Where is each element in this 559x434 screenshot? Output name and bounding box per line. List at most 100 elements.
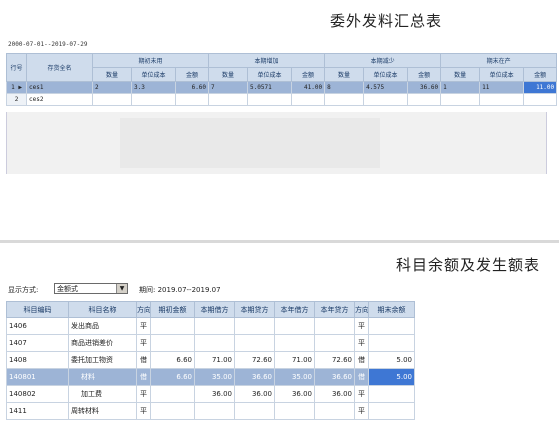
account-name[interactable]: 商品进销差价 (68, 334, 137, 352)
direction[interactable]: 平 (136, 402, 151, 420)
table-cell[interactable]: 5.0571 (247, 81, 293, 94)
column-header-unit-cost[interactable]: 单位成本 (247, 67, 293, 82)
opening[interactable] (150, 402, 195, 420)
debit[interactable] (194, 317, 235, 335)
credit[interactable] (234, 334, 275, 352)
account-name[interactable]: 周转材料 (68, 402, 137, 420)
table-cell[interactable]: 36.60 (407, 81, 442, 94)
column-header-amount[interactable]: 金额 (291, 67, 326, 82)
table-cell[interactable]: 41.00 (291, 81, 326, 94)
account-name[interactable]: 加工费 (68, 385, 137, 403)
column-header-opening[interactable]: 期初金额 (150, 301, 195, 318)
direction[interactable]: 借 (136, 368, 151, 386)
column-header-qty[interactable]: 数量 (440, 67, 481, 82)
table-cell[interactable]: 6.60 (174, 81, 210, 94)
column-header-unit-cost[interactable]: 单位成本 (363, 67, 409, 82)
table-cell[interactable]: 7 (208, 81, 249, 94)
group-header-decrease[interactable]: 本期减少 (324, 53, 442, 68)
credit[interactable]: 36.00 (234, 385, 275, 403)
table-cell-selected[interactable]: 11.00 (523, 81, 558, 94)
year-debit[interactable]: 36.00 (274, 385, 315, 403)
column-header-amount[interactable]: 金额 (523, 67, 558, 82)
year-credit[interactable] (314, 402, 355, 420)
closing[interactable]: 5.00 (368, 351, 415, 369)
column-header-credit[interactable]: 本期贷方 (234, 301, 275, 318)
table-cell[interactable]: 2 (92, 81, 132, 94)
credit[interactable] (234, 317, 275, 335)
group-header-increase[interactable]: 本期增加 (208, 53, 326, 68)
account-name[interactable]: 材料 (68, 368, 137, 386)
table-cell[interactable]: 11 (479, 81, 525, 94)
year-debit[interactable] (274, 317, 315, 335)
column-header-qty[interactable]: 数量 (92, 67, 132, 82)
column-header-year-credit[interactable]: 本年贷方 (314, 301, 355, 318)
table-row[interactable]: 1406 发出商品 平 平 (6, 317, 415, 335)
direction[interactable]: 平 (136, 317, 151, 335)
debit[interactable] (194, 402, 235, 420)
column-header-amount[interactable]: 金额 (407, 67, 442, 82)
credit[interactable]: 36.60 (234, 368, 275, 386)
account-code[interactable]: 1411 (6, 402, 69, 420)
year-debit[interactable] (274, 402, 315, 420)
opening[interactable]: 6.60 (150, 351, 195, 369)
opening[interactable] (150, 385, 195, 403)
column-header-unit-cost[interactable]: 单位成本 (479, 67, 525, 82)
account-code[interactable]: 140802 (6, 385, 69, 403)
year-debit[interactable]: 35.00 (274, 368, 315, 386)
column-header-year-debit[interactable]: 本年借方 (274, 301, 315, 318)
account-code[interactable]: 1408 (6, 351, 69, 369)
year-credit[interactable] (314, 334, 355, 352)
direction2[interactable]: 平 (354, 317, 369, 335)
column-header-code[interactable]: 科目编码 (6, 301, 69, 318)
table-row[interactable]: 1407 商品进销差价 平 平 (6, 334, 415, 352)
direction[interactable]: 平 (136, 385, 151, 403)
column-header-amount[interactable]: 金额 (174, 67, 210, 82)
column-header-qty[interactable]: 数量 (324, 67, 365, 82)
account-code[interactable]: 1406 (6, 317, 69, 335)
debit[interactable]: 71.00 (194, 351, 235, 369)
table-cell[interactable]: 1 (440, 81, 481, 94)
table-cell[interactable]: 3.3 (131, 81, 176, 94)
table-cell[interactable]: 8 (324, 81, 365, 94)
column-header-direction2[interactable]: 方向 (354, 301, 369, 318)
year-debit[interactable]: 71.00 (274, 351, 315, 369)
direction[interactable]: 借 (136, 351, 151, 369)
debit[interactable]: 35.00 (194, 368, 235, 386)
column-header-closing[interactable]: 期末余额 (368, 301, 415, 318)
debit[interactable]: 36.00 (194, 385, 235, 403)
direction2[interactable]: 平 (354, 334, 369, 352)
debit[interactable] (194, 334, 235, 352)
table-cell[interactable]: ces2 (26, 93, 93, 106)
credit[interactable] (234, 402, 275, 420)
account-name[interactable]: 委托加工物资 (68, 351, 137, 369)
opening[interactable]: 6.60 (150, 368, 195, 386)
direction2[interactable]: 平 (354, 385, 369, 403)
opening[interactable] (150, 317, 195, 335)
account-code[interactable]: 140801 (6, 368, 69, 386)
table-row[interactable]: 140802 加工费 平 36.00 36.00 36.00 36.00 平 (6, 385, 415, 403)
account-code[interactable]: 1407 (6, 334, 69, 352)
table-cell[interactable]: ces1 (26, 81, 93, 94)
closing[interactable] (368, 334, 415, 352)
closing[interactable] (368, 385, 415, 403)
table-row[interactable]: 1411 周转材料 平 平 (6, 402, 415, 420)
closing-selected[interactable]: 5.00 (368, 368, 415, 386)
table-row[interactable]: 1 ▶ ces1 2 3.3 6.60 7 5.0571 41.00 8 4.5… (6, 81, 558, 94)
opening[interactable] (150, 334, 195, 352)
direction2[interactable]: 平 (354, 402, 369, 420)
closing[interactable] (368, 317, 415, 335)
year-debit[interactable] (274, 334, 315, 352)
year-credit[interactable] (314, 317, 355, 335)
table-row-selected[interactable]: 140801 材料 借 6.60 35.00 36.60 35.00 36.60… (6, 368, 415, 386)
credit[interactable]: 72.60 (234, 351, 275, 369)
closing[interactable] (368, 402, 415, 420)
year-credit[interactable]: 36.60 (314, 368, 355, 386)
column-header-debit[interactable]: 本期借方 (194, 301, 235, 318)
table-row[interactable]: 2 ces2 (6, 93, 558, 106)
column-header-qty[interactable]: 数量 (208, 67, 249, 82)
column-header-unit-cost[interactable]: 单位成本 (131, 67, 176, 82)
group-header-ending[interactable]: 期末在产 (440, 53, 558, 68)
column-header-direction[interactable]: 方向 (136, 301, 151, 318)
year-credit[interactable]: 36.00 (314, 385, 355, 403)
column-header-name[interactable]: 科目名称 (68, 301, 137, 318)
